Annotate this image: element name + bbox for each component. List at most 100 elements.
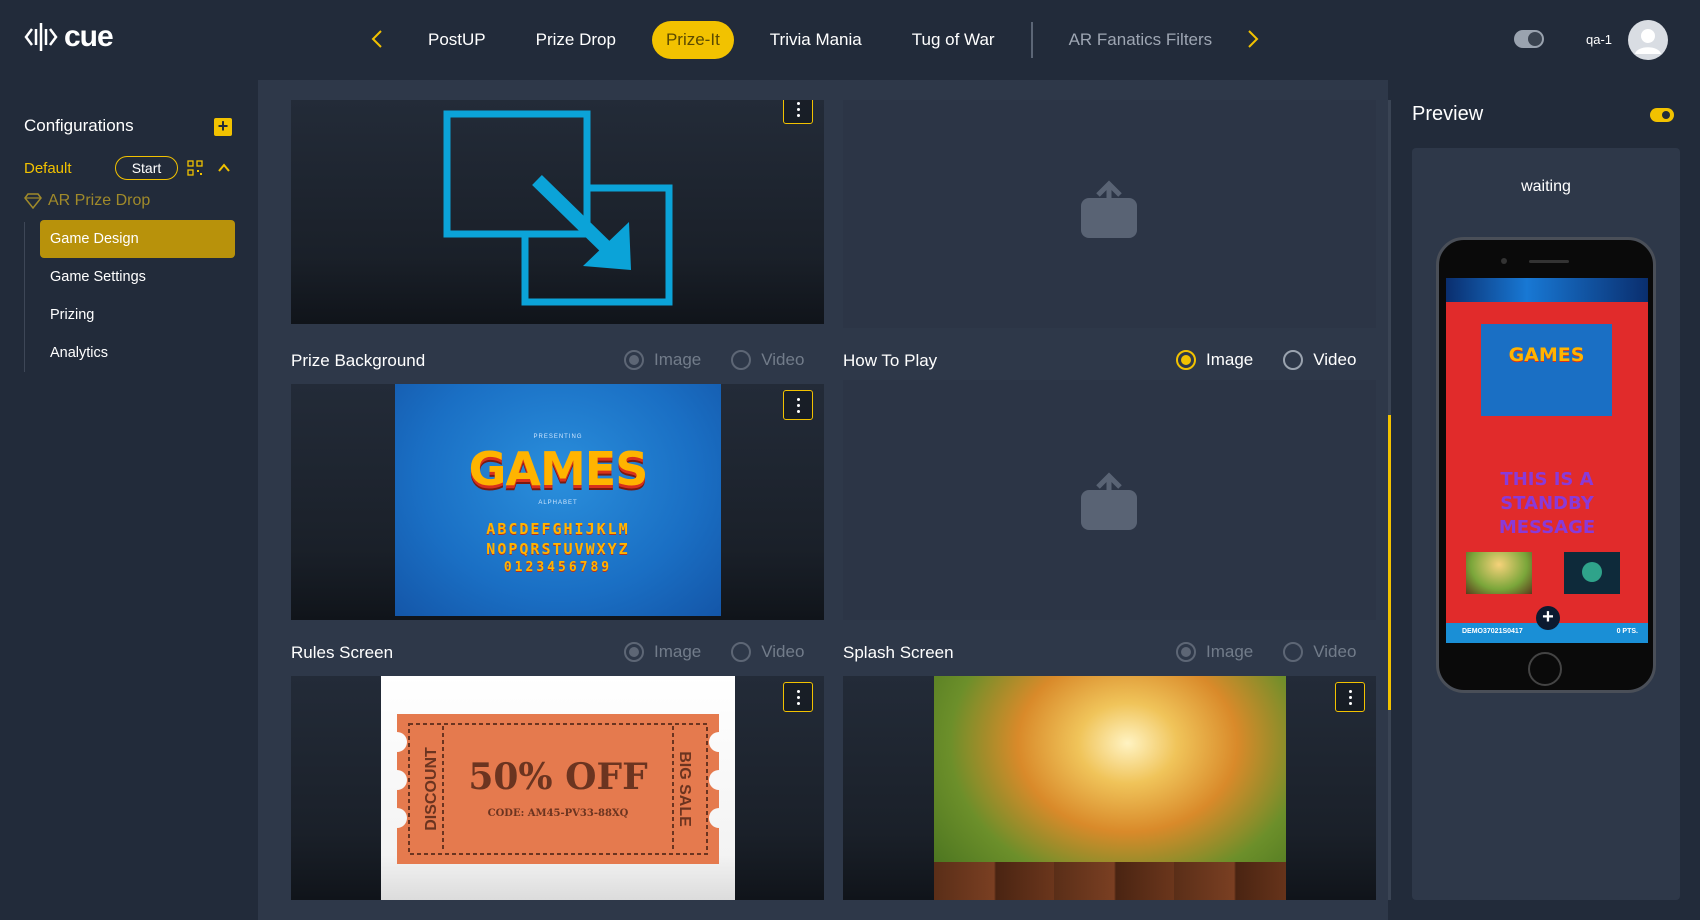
prize-background-radio-group: Image Video [624, 350, 834, 370]
radio-icon [731, 350, 752, 370]
top-bar: cue PostUP Prize Drop Prize-It Trivia Ma… [0, 0, 1700, 80]
chevron-left-icon [371, 30, 382, 48]
rules-screen-image-radio[interactable]: Image [624, 642, 701, 662]
ticket-main-text: 50% OFF [468, 756, 648, 798]
phone-logo-mark [1582, 562, 1602, 582]
chevron-up-icon[interactable] [216, 160, 232, 176]
phone-points: 0 PTS. [1616, 628, 1638, 635]
preview-title: Preview [1412, 103, 1484, 125]
nav-next-arrow[interactable] [1238, 24, 1268, 54]
diamond-icon [24, 193, 42, 209]
card-menu-button[interactable] [1335, 682, 1365, 712]
tab-postup[interactable]: PostUP [414, 21, 500, 59]
how-to-play-image-radio[interactable]: Image [1176, 350, 1253, 370]
how-to-play-upload-card[interactable] [843, 380, 1376, 620]
logo-text: cue [64, 20, 114, 53]
splash-screen-video-radio[interactable]: Video [1283, 642, 1356, 662]
chevron-right-icon [1248, 30, 1259, 48]
resize-media-card [291, 100, 824, 324]
scrollbar-thumb[interactable] [1388, 415, 1391, 710]
phone-games-thumbnail: GAMES [1481, 324, 1612, 416]
phone-speaker [1529, 260, 1569, 263]
radio-icon [624, 350, 644, 370]
tab-prize-it[interactable]: Prize-It [651, 21, 734, 59]
upload-icon [1081, 180, 1137, 238]
game-name-label: AR Prize Drop [48, 192, 151, 209]
resize-image-icon [443, 110, 673, 306]
sidebar-item-prizing[interactable]: Prizing [40, 296, 235, 334]
ticket-thumbnail: 50% OFF CODE: AM45-PV33-88XQ DISCOUNT BI… [381, 676, 735, 900]
upload-card[interactable] [843, 100, 1376, 328]
kebab-icon [796, 688, 800, 706]
radio-icon [1283, 642, 1304, 662]
preview-toggle[interactable] [1650, 108, 1674, 122]
how-to-play-video-radio[interactable]: Video [1283, 350, 1356, 370]
kebab-icon [796, 100, 800, 118]
start-button[interactable]: Start [115, 156, 178, 180]
splash-screen-label: Splash Screen [843, 643, 954, 662]
radio-icon [1176, 642, 1196, 662]
phone-home-button [1528, 652, 1562, 686]
rules-screen-video-radio[interactable]: Video [731, 642, 804, 662]
tab-divider [1030, 22, 1033, 58]
tab-prize-drop[interactable]: Prize Drop [522, 21, 630, 59]
thumbnail-line2: NOPQRSTUVWXYZ [486, 540, 630, 558]
user-icon [1635, 29, 1661, 54]
kebab-icon [796, 396, 800, 414]
tab-tug-of-war[interactable]: Tug of War [898, 21, 1009, 59]
sidebar-item-game-settings[interactable]: Game Settings [40, 258, 235, 296]
kebab-icon [1348, 688, 1352, 706]
thumbnail-line1: ABCDEFGHIJKLM [486, 520, 630, 538]
prize-background-card: PRESENTING GAMES ALPHABET ABCDEFGHIJKLM … [291, 384, 824, 620]
radio-icon [1176, 350, 1196, 370]
radio-label: Image [654, 350, 702, 369]
standby-message: THIS IS A STANDBY MESSAGE [1498, 469, 1596, 538]
thumbnail-title: GAMES [468, 442, 649, 496]
prize-background-video-radio[interactable]: Video [731, 350, 804, 370]
radio-label: Image [1206, 642, 1254, 661]
ticket-right-text: BIG SALE [676, 751, 693, 827]
phone-camera [1501, 258, 1507, 264]
configurations-title: Configurations [24, 116, 134, 135]
radio-label: Image [654, 642, 702, 661]
upload-icon [1081, 472, 1137, 530]
user-name: qa-1 [1586, 32, 1613, 47]
radio-label: Image [1206, 350, 1254, 369]
sidebar-tree-line [24, 222, 25, 372]
tab-ar-fanatics-filters[interactable]: AR Fanatics Filters [1055, 21, 1227, 59]
toggle-knob [1528, 32, 1542, 46]
sidebar-item-game-design[interactable]: Game Design [40, 220, 235, 258]
default-config-label[interactable]: Default [24, 160, 72, 177]
phone-logo-thumbnail [1564, 552, 1620, 594]
games-thumbnail: PRESENTING GAMES ALPHABET ABCDEFGHIJKLM … [395, 384, 721, 616]
card-menu-button[interactable] [783, 390, 813, 420]
phone-header-strip [1446, 278, 1648, 302]
card-menu-button[interactable] [783, 682, 813, 712]
sidebar-item-analytics[interactable]: Analytics [40, 334, 235, 372]
theme-toggle[interactable] [1514, 30, 1544, 48]
preview-status: waiting [1521, 178, 1571, 195]
phone-forest-thumbnail [1466, 552, 1532, 594]
add-configuration-button[interactable]: + [214, 117, 232, 136]
prize-background-label: Prize Background [291, 351, 426, 370]
radio-label: Video [761, 642, 805, 661]
phone-add-button[interactable]: + [1536, 606, 1560, 630]
game-name[interactable]: AR Prize Drop [24, 192, 150, 210]
tab-trivia-mania[interactable]: Trivia Mania [756, 21, 876, 59]
logo[interactable]: cue [24, 20, 114, 54]
rules-screen-label: Rules Screen [291, 643, 394, 662]
ticket-code: CODE: AM45-PV33-88XQ [487, 808, 629, 819]
radio-label: Video [761, 350, 805, 369]
phone-thumb-title: GAMES [1508, 344, 1585, 366]
qr-code-icon[interactable] [187, 160, 203, 176]
splash-screen-radio-group: Image Video [1176, 642, 1386, 662]
avatar[interactable] [1628, 20, 1668, 60]
prize-background-image-radio[interactable]: Image [624, 350, 701, 370]
splash-screen-image-radio[interactable]: Image [1176, 642, 1253, 662]
radio-label: Video [1313, 642, 1357, 661]
thumbnail-presenting: PRESENTING [533, 434, 583, 440]
nav-prev-arrow[interactable] [362, 24, 392, 54]
card-menu-button[interactable] [783, 100, 813, 124]
phone-user-code: DEMO37021S0417 [1462, 628, 1523, 635]
rules-screen-radio-group: Image Video [624, 642, 834, 662]
